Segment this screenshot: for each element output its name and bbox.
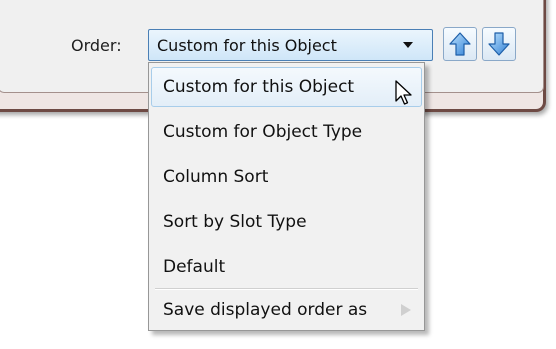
chevron-down-icon: [403, 42, 413, 48]
order-label: Order:: [71, 36, 122, 55]
menu-item-label: Column Sort: [163, 167, 269, 187]
move-down-button[interactable]: [482, 27, 516, 61]
order-dropdown-menu: Custom for this Object Custom for Object…: [148, 62, 425, 331]
arrow-down-icon: [488, 32, 510, 56]
menu-item-label: Custom for Object Type: [163, 122, 363, 142]
menu-item-sort-by-slot-type[interactable]: Sort by Slot Type: [151, 202, 422, 242]
menu-item-custom-for-this-object[interactable]: Custom for this Object: [151, 67, 422, 107]
order-combobox[interactable]: Custom for this Object: [148, 29, 433, 61]
move-up-button[interactable]: [443, 27, 477, 61]
menu-item-custom-for-object-type[interactable]: Custom for Object Type: [151, 112, 422, 152]
arrow-up-icon: [449, 32, 471, 56]
menu-item-label: Custom for this Object: [163, 77, 355, 97]
menu-item-label: Save displayed order as: [163, 300, 368, 320]
mouse-pointer-icon: [395, 80, 412, 105]
menu-item-default[interactable]: Default: [151, 247, 422, 287]
order-combobox-value: Custom for this Object: [157, 36, 337, 55]
menu-item-label: Sort by Slot Type: [163, 212, 307, 232]
menu-item-label: Default: [163, 257, 226, 277]
menu-item-save-displayed-order-as[interactable]: Save displayed order as: [151, 290, 422, 330]
menu-item-column-sort[interactable]: Column Sort: [151, 157, 422, 197]
submenu-arrow-icon: [401, 304, 411, 316]
screen: Order: Custom for this Object Custom for…: [0, 0, 556, 349]
